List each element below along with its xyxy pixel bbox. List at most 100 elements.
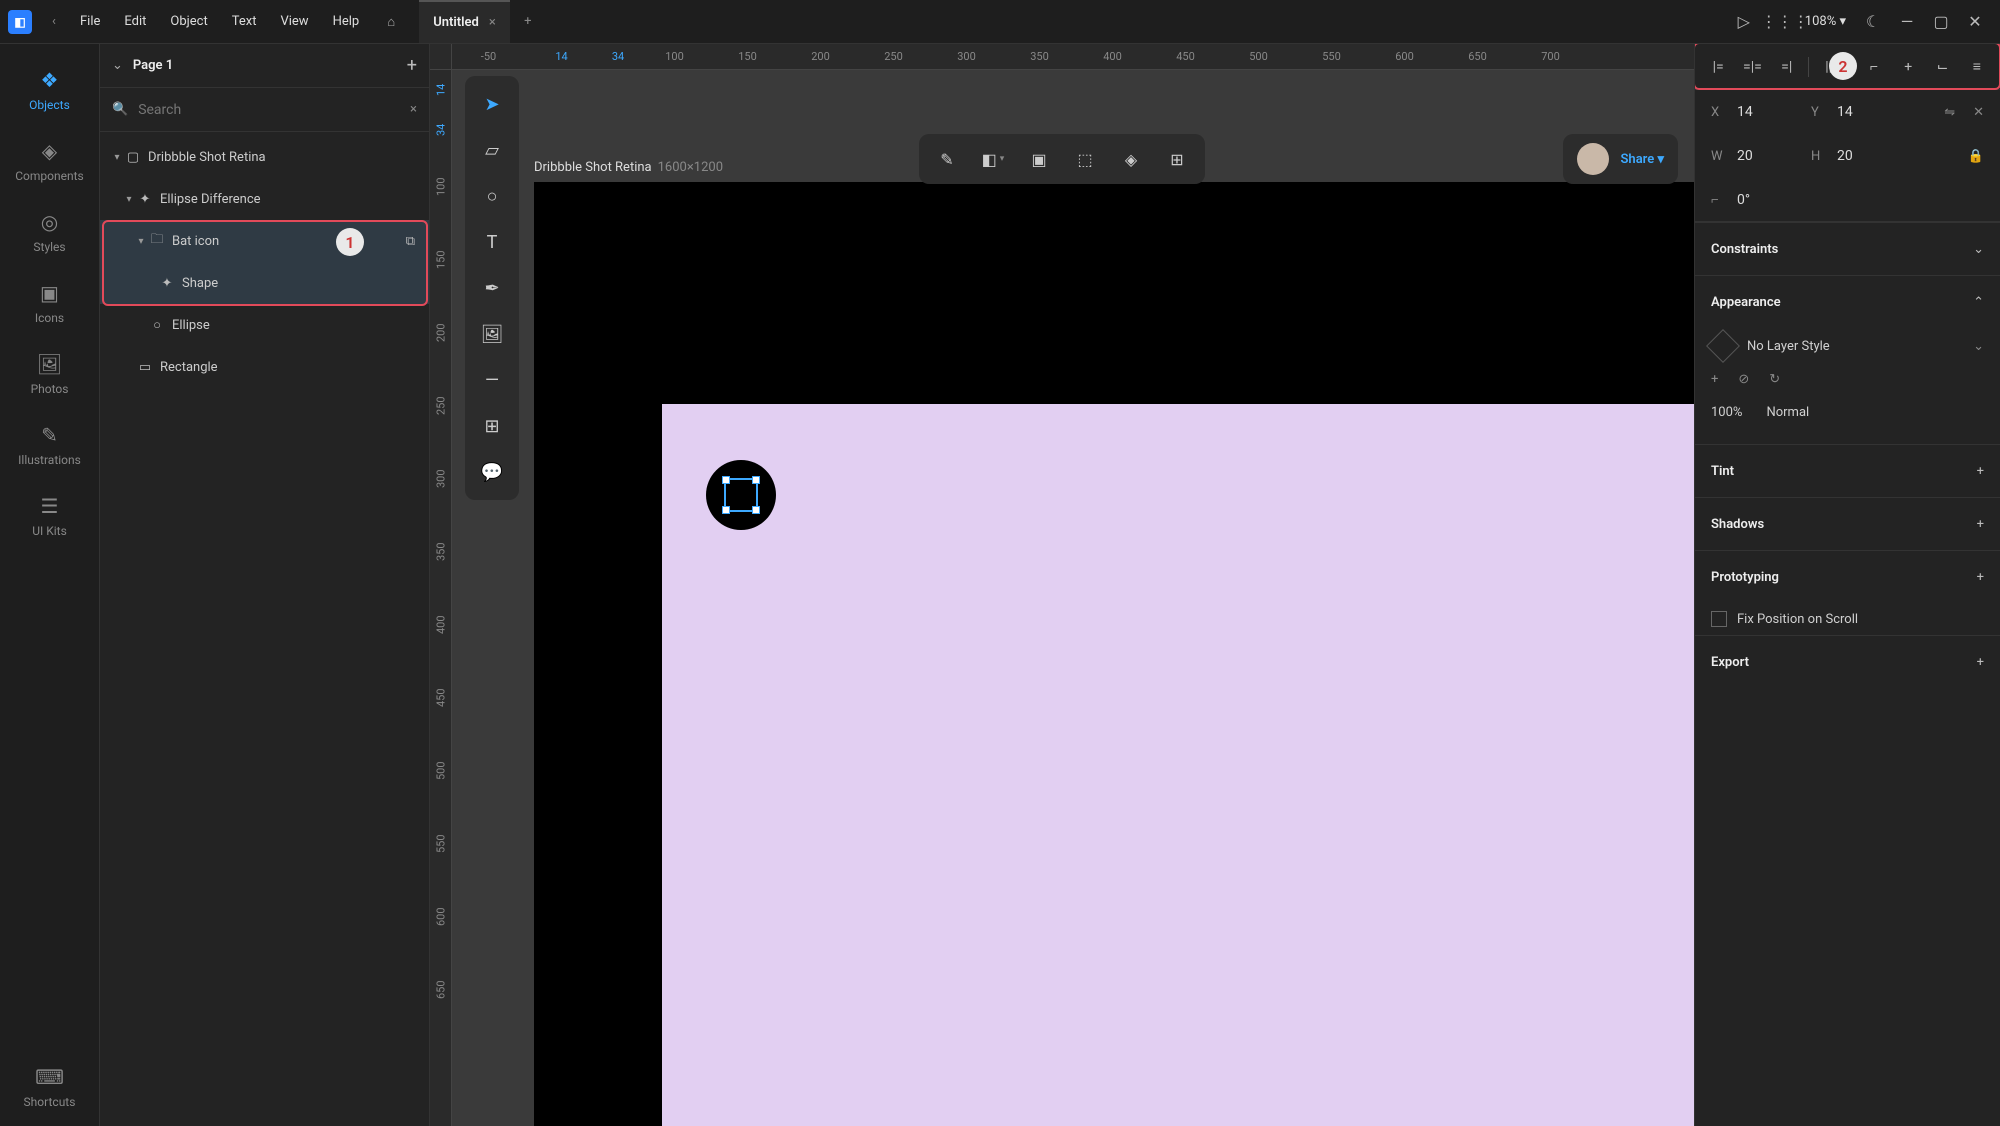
layers-panel: ⌄ Page 1 + 🔍 × ▾▢Dribbble Shot Retina ▾✦… (100, 44, 430, 1126)
layer-style-row[interactable]: No Layer Style ⌄ (1711, 328, 1984, 364)
apply-style-icon[interactable]: ⊘ (1738, 372, 1749, 387)
menu-view[interactable]: View (268, 0, 320, 44)
line-tool[interactable]: — (472, 360, 512, 400)
align-hcenter-icon[interactable]: =|= (1739, 54, 1765, 80)
layer-bat-icon[interactable]: ▾🗀Bat icon ⧉ (100, 220, 429, 262)
user-avatar[interactable] (1577, 143, 1609, 175)
search-input[interactable] (138, 102, 410, 118)
add-icon[interactable]: + (1977, 655, 1984, 670)
input-x[interactable] (1737, 104, 1801, 120)
distribute-v-icon[interactable]: ≡ (1964, 54, 1990, 80)
boolean-icon[interactable]: ◈ (1113, 141, 1149, 177)
align-left-icon[interactable]: |= (1705, 54, 1731, 80)
window-close[interactable]: ✕ (1958, 12, 1992, 31)
canvas[interactable]: -50 14 34 100 150 200 250 300 350 400 45… (430, 44, 1694, 1126)
selected-object[interactable] (706, 460, 776, 530)
layer-ellipse-difference[interactable]: ▾✦Ellipse Difference (100, 178, 429, 220)
section-constraints[interactable]: Constraints⌄ (1695, 223, 2000, 275)
nav-back[interactable]: ‹ (40, 14, 68, 29)
strip-photos[interactable]: 🖼Photos (0, 342, 99, 413)
tab-close-icon[interactable]: × (489, 15, 496, 30)
fix-position-checkbox[interactable] (1711, 611, 1727, 627)
strip-illustrations[interactable]: ✎Illustrations (0, 413, 99, 484)
layer-ellipse[interactable]: ○Ellipse (100, 304, 429, 346)
opacity-value[interactable]: 100% (1711, 405, 1742, 420)
artboard[interactable] (662, 404, 1694, 1126)
strip-styles[interactable]: ◎Styles (0, 200, 99, 271)
menu-help[interactable]: Help (321, 0, 372, 44)
menu-text[interactable]: Text (220, 0, 269, 44)
edit-icon[interactable]: ✎ (929, 141, 965, 177)
search-icon: 🔍 (112, 102, 128, 117)
component-create-icon[interactable]: ▣ (1021, 141, 1057, 177)
fix-position-row[interactable]: Fix Position on Scroll (1695, 603, 2000, 635)
section-appearance[interactable]: Appearance⌃ (1695, 276, 2000, 328)
add-tab-button[interactable]: + (510, 14, 546, 29)
frame-icon[interactable]: ⬚ (1067, 141, 1103, 177)
add-icon[interactable]: + (1977, 570, 1984, 585)
home-icon[interactable]: ⌂ (371, 14, 411, 30)
chevron-down-icon: ⌄ (1973, 242, 1984, 257)
layer-style-label: No Layer Style (1747, 339, 1830, 354)
pen-tool[interactable]: ✒ (472, 268, 512, 308)
input-rotation[interactable] (1737, 192, 1801, 208)
shape-tool[interactable]: ▱ (472, 130, 512, 170)
duplicate-icon[interactable]: ⧉ (406, 234, 415, 249)
strip-objects[interactable]: ❖Objects (0, 58, 99, 129)
comment-tool[interactable]: 💬 (472, 452, 512, 492)
zoom-dropdown[interactable]: 108% ▾ (1795, 14, 1856, 29)
share-button[interactable]: Share ▾ (1621, 152, 1665, 167)
autolayout-icon[interactable]: ⊞ (1159, 141, 1195, 177)
strip-uikits[interactable]: ☰UI Kits (0, 484, 99, 555)
menu-edit[interactable]: Edit (112, 0, 158, 44)
menu-object[interactable]: Object (158, 0, 219, 44)
section-prototyping[interactable]: Prototyping+ (1695, 551, 2000, 603)
add-page-button[interactable]: + (407, 55, 417, 76)
fill-icon[interactable]: ◧ (975, 141, 1011, 177)
ellipse-tool[interactable]: ○ (472, 176, 512, 216)
document-tab[interactable]: Untitled × (419, 0, 510, 43)
menu-file[interactable]: File (68, 0, 112, 44)
refresh-style-icon[interactable]: ↻ (1769, 372, 1780, 387)
input-h[interactable] (1837, 148, 1901, 164)
reset-pos-icon[interactable]: ✕ (1973, 105, 1984, 120)
component-tool[interactable]: ⊞ (472, 406, 512, 446)
strip-icons[interactable]: ▣Icons (0, 271, 99, 342)
add-icon[interactable]: + (1977, 517, 1984, 532)
page-name[interactable]: Page 1 (133, 58, 407, 73)
add-style-icon[interactable]: + (1711, 372, 1718, 387)
clear-search-icon[interactable]: × (410, 102, 417, 117)
input-w[interactable] (1737, 148, 1801, 164)
align-top-icon[interactable]: ⌐ (1861, 54, 1887, 80)
align-bottom-icon[interactable]: ⌙ (1930, 54, 1956, 80)
blend-mode[interactable]: Normal (1766, 405, 1809, 420)
window-minimize[interactable]: — (1890, 12, 1924, 31)
section-shadows[interactable]: Shadows+ (1695, 498, 2000, 550)
annotation-badge-1: 1 (336, 228, 364, 256)
app-logo[interactable]: ◧ (8, 10, 32, 34)
image-tool[interactable]: 🖼 (472, 314, 512, 354)
swap-xy-icon[interactable]: ⇋ (1944, 105, 1955, 120)
align-vcenter-icon[interactable]: + (1895, 54, 1921, 80)
window-maximize[interactable]: ▢ (1924, 12, 1958, 31)
input-y[interactable] (1837, 104, 1901, 120)
layer-rectangle[interactable]: ▭Rectangle (100, 346, 429, 388)
theme-toggle-icon[interactable]: ☾ (1856, 12, 1890, 31)
label-y: Y (1811, 105, 1827, 120)
artboard-label[interactable]: Dribbble Shot Retina1600×1200 (534, 160, 723, 175)
annotation-badge-2: 2 (1829, 52, 1857, 80)
add-icon[interactable]: + (1977, 464, 1984, 479)
section-tint[interactable]: Tint+ (1695, 445, 2000, 497)
text-tool[interactable]: T (472, 222, 512, 262)
layer-artboard[interactable]: ▾▢Dribbble Shot Retina (100, 136, 429, 178)
lock-aspect-icon[interactable]: 🔒 (1968, 149, 1984, 164)
strip-shortcuts[interactable]: ⌨Shortcuts (0, 1055, 99, 1126)
grid-icon[interactable]: ⋮⋮⋮ (1761, 12, 1795, 31)
strip-components[interactable]: ◈Components (0, 129, 99, 200)
play-icon[interactable]: ▷ (1727, 12, 1761, 31)
page-chevron-icon[interactable]: ⌄ (112, 58, 123, 73)
move-tool[interactable]: ➤ (472, 84, 512, 124)
align-right-icon[interactable]: =| (1774, 54, 1800, 80)
layer-shape[interactable]: ✦Shape (100, 262, 429, 304)
section-export[interactable]: Export+ (1695, 636, 2000, 688)
